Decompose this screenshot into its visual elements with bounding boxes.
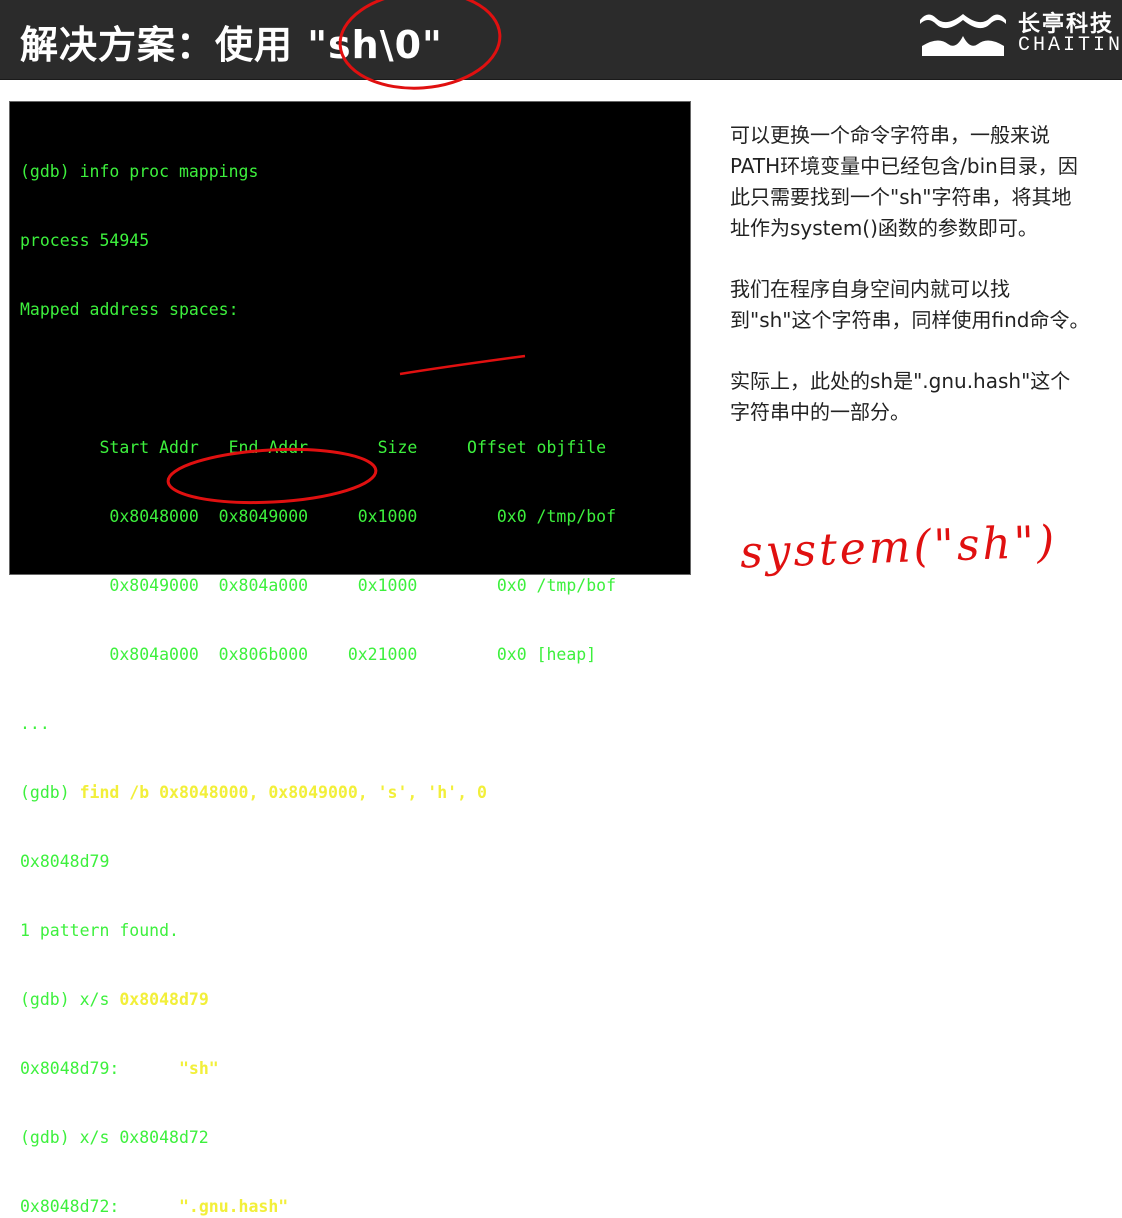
explanation-notes: 可以更换一个命令字符串，一般来说PATH环境变量中已经包含/bin目录，因此只需… <box>730 120 1090 458</box>
terminal-line: Start Addr End Addr Size Offset objfile <box>20 438 607 457</box>
terminal-line: (gdb) x/s 0x8048d72 <box>20 1128 209 1147</box>
terminal-line: 1 pattern found. <box>20 921 179 940</box>
terminal-line: (gdb) info proc mappings <box>20 162 259 181</box>
string-result: "sh" <box>178 1059 219 1078</box>
slide-header: 解决方案：使用 "sh\0" 长亭科技 CHAITIN <box>0 0 1122 80</box>
terminal-line: 0x8048d72: ".gnu.hash" <box>20 1195 616 1218</box>
address-label: 0x8048d72: <box>20 1197 179 1216</box>
terminal-line: ... <box>20 714 50 733</box>
slide-title: 解决方案：使用 "sh\0" <box>20 23 443 67</box>
handwritten-note: system("sh") <box>739 516 1058 579</box>
terminal-output: (gdb) info proc mappings process 54945 M… <box>20 114 616 1218</box>
terminal-line: process 54945 <box>20 231 150 250</box>
terminal-line: Mapped address spaces: <box>20 300 239 319</box>
note-paragraph-2: 我们在程序自身空间内就可以找到"sh"这个字符串，同样使用find命令。 <box>730 277 1090 332</box>
terminal-line: (gdb) x/s 0x8048d79 <box>20 988 616 1011</box>
chaitin-logo-icon <box>920 14 1006 56</box>
note-paragraph-1: 可以更换一个命令字符串，一般来说PATH环境变量中已经包含/bin目录，因此只需… <box>730 123 1078 240</box>
address-highlight: 0x8048d79 <box>119 990 209 1009</box>
logo-english-text: CHAITIN <box>1018 34 1122 57</box>
terminal-line: 0x8049000 0x804a000 0x1000 0x0 /tmp/bof <box>20 576 617 595</box>
terminal-line: 0x804a000 0x806b000 0x21000 0x0 [heap] <box>20 645 597 664</box>
gdb-prompt: (gdb) x/s <box>20 990 120 1009</box>
find-command: find /b 0x8048000, 0x8049000, 's', 'h', … <box>79 783 487 802</box>
terminal-line: 0x8048d79: "sh" <box>20 1057 616 1080</box>
terminal-line: (gdb) find /b 0x8048000, 0x8049000, 's',… <box>20 781 616 804</box>
note-paragraph-3: 实际上，此处的sh是".gnu.hash"这个字符串中的一部分。 <box>730 369 1071 424</box>
terminal-line: 0x8048000 0x8049000 0x1000 0x0 /tmp/bof <box>20 507 617 526</box>
address-label: 0x8048d79: <box>20 1059 179 1078</box>
gdb-terminal: (gdb) info proc mappings process 54945 M… <box>9 101 691 1216</box>
terminal-line: 0x8048d79 <box>20 852 110 871</box>
gdb-prompt: (gdb) <box>20 783 80 802</box>
string-result: ".gnu.hash" <box>178 1197 289 1216</box>
